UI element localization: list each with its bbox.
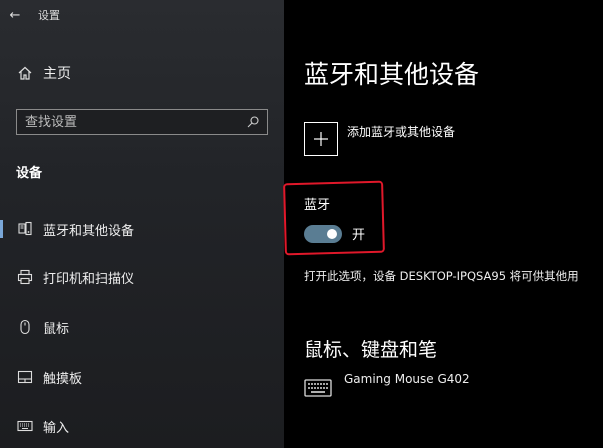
sidebar-item-mouse[interactable]: 鼠标 [0, 310, 284, 344]
toggle-state-label: 开 [352, 228, 366, 243]
page-title: 蓝牙和其他设备 [304, 60, 480, 89]
sidebar-item-label: 鼠标 [43, 321, 70, 337]
touchpad-icon [17, 370, 33, 384]
home-nav-item[interactable]: 主页 [0, 58, 284, 88]
bluetooth-description: 打开此选项，设备 DESKTOP-IPQSA95 将可供其他用 [304, 269, 579, 283]
sidebar: ← 设置 主页 设备 蓝牙和其他设备 打印机和扫描仪 [0, 0, 284, 448]
bluetooth-toggle-row: 开 [304, 224, 365, 243]
add-device-label: 添加蓝牙或其他设备 [347, 125, 456, 139]
back-arrow-icon: ← [9, 7, 21, 23]
add-device-button[interactable]: 添加蓝牙或其他设备 [304, 122, 603, 162]
mouse-keyboard-section-title: 鼠标、键盘和笔 [304, 339, 438, 361]
add-box [304, 122, 338, 156]
mouse-icon [20, 319, 30, 335]
main-content: 蓝牙和其他设备 添加蓝牙或其他设备 蓝牙 开 打开此选项，设备 DESKTOP-… [284, 0, 603, 448]
bluetooth-label: 蓝牙 [304, 198, 331, 213]
sidebar-item-label: 输入 [43, 420, 70, 436]
sidebar-item-label: 触摸板 [43, 371, 83, 387]
home-label: 主页 [43, 66, 71, 82]
sidebar-item-label: 蓝牙和其他设备 [43, 223, 135, 239]
search-input[interactable] [17, 113, 245, 131]
printer-icon [17, 269, 33, 285]
keyboard-icon [304, 379, 332, 397]
device-name: Gaming Mouse G402 [344, 372, 470, 386]
bluetooth-devices-icon [18, 221, 32, 236]
title-bar: ← 设置 [0, 0, 284, 30]
search-icon[interactable] [245, 114, 261, 130]
home-icon [18, 66, 32, 80]
section-label: 设备 [16, 166, 43, 181]
sidebar-item-printers[interactable]: 打印机和扫描仪 [0, 260, 284, 294]
toggle-knob [327, 228, 337, 239]
search-box [16, 109, 268, 135]
app-title: 设置 [38, 9, 60, 22]
sidebar-item-label: 打印机和扫描仪 [43, 271, 135, 287]
bluetooth-toggle[interactable] [304, 224, 342, 243]
sidebar-item-input[interactable]: 输入 [0, 409, 284, 443]
sidebar-item-touchpad[interactable]: 触摸板 [0, 360, 284, 394]
sidebar-item-bluetooth[interactable]: 蓝牙和其他设备 [0, 212, 284, 246]
device-item[interactable]: Gaming Mouse G402 [304, 372, 470, 398]
plus-icon [314, 132, 328, 146]
back-button[interactable]: ← [0, 0, 30, 30]
keyboard-icon [17, 420, 33, 432]
